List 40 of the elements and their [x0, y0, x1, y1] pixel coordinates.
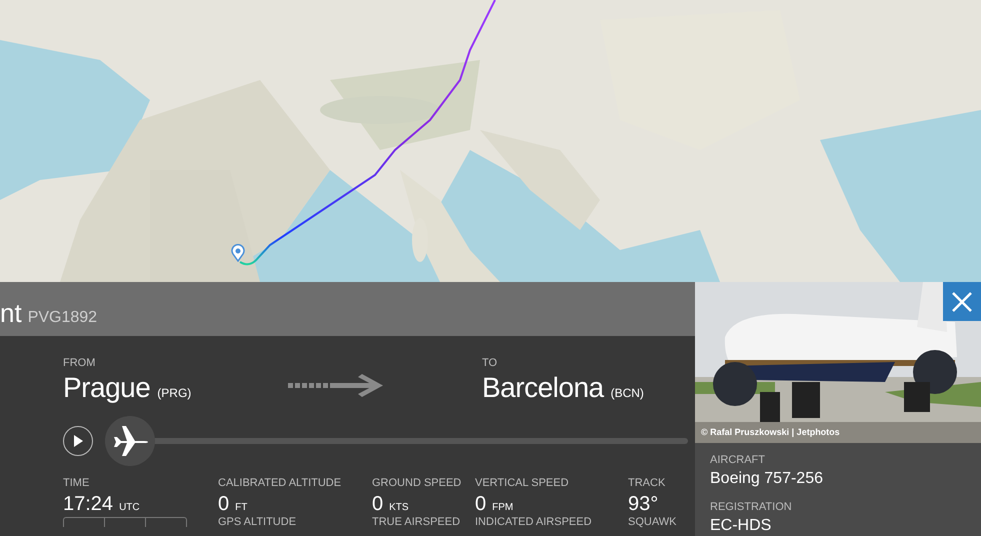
airplane-icon [112, 425, 148, 457]
airport-label: TO [482, 358, 498, 369]
stat-unit: KTS [389, 501, 409, 515]
field-label: REGISTRATION [710, 502, 793, 513]
stat-label: TRACK [628, 478, 666, 489]
stat-value: 0 [475, 494, 486, 514]
stat-label: VERTICAL SPEED [475, 478, 570, 489]
stat-label: SQUAWK [628, 517, 676, 528]
airport-code: (PRG) [157, 385, 192, 402]
stat-unit: FT [235, 501, 248, 515]
stat-label: GROUND SPEED [372, 478, 462, 489]
airport-code: (BCN) [610, 385, 644, 402]
city-name: Prague [63, 374, 150, 402]
progress-thumb[interactable] [105, 416, 155, 466]
city-name: Barcelona [482, 374, 604, 402]
stat-label: CALIBRATED ALTITUDE [218, 478, 342, 489]
photo-credit: © Rafal Pruszkowski | Jetphotos [701, 426, 840, 439]
stat-label: TIME [63, 478, 90, 489]
arrow-icon [288, 373, 384, 399]
stat-unit: UTC [119, 501, 140, 515]
close-button[interactable] [943, 282, 981, 321]
flight-number: PVG1892 [28, 308, 98, 328]
field-label: AIRCRAFT [710, 455, 766, 466]
progress-track[interactable] [105, 416, 688, 466]
stat-label: GPS ALTITUDE [218, 517, 296, 528]
field-value: Boeing 757-256 [710, 469, 824, 489]
play-button[interactable] [63, 426, 93, 456]
stat-value: 0 [372, 494, 384, 514]
flight-title: nt [0, 300, 22, 326]
stat-value: 17:24 [63, 494, 114, 514]
stat-value: 0 [218, 494, 230, 514]
stat-value: 93° [628, 494, 658, 514]
time-range-selector[interactable] [63, 517, 187, 527]
stat-label: TRUE AIRSPEED [372, 517, 460, 528]
airport-label: FROM [63, 358, 96, 369]
play-icon [73, 435, 83, 447]
close-icon [952, 292, 972, 312]
stat-label: INDICATED AIRSPEED [475, 517, 592, 528]
field-value: EC-HDS [710, 516, 772, 536]
stat-unit: FPM [492, 501, 514, 515]
